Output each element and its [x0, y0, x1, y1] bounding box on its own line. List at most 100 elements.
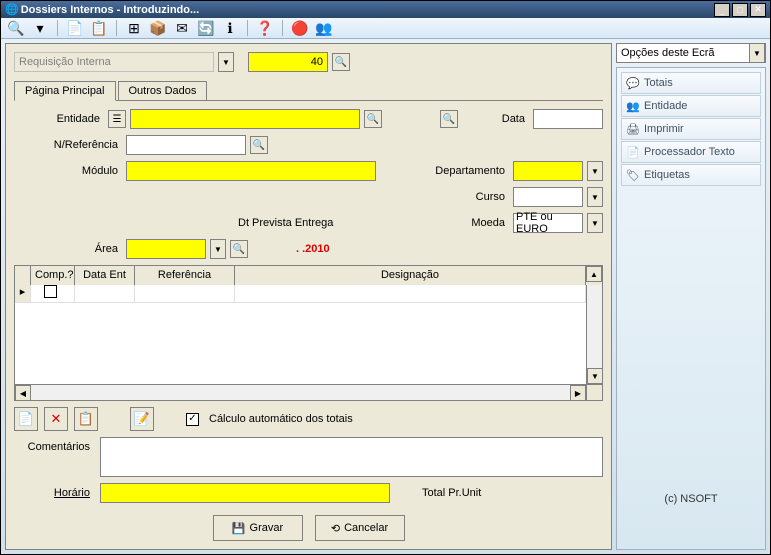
detail-button[interactable]: 📝: [130, 407, 154, 431]
data-input[interactable]: [533, 109, 603, 129]
area-drop[interactable]: ▼: [210, 239, 226, 259]
area-lookup[interactable]: 🔍: [230, 240, 248, 258]
moeda-drop[interactable]: ▼: [587, 213, 603, 233]
departamento-drop[interactable]: ▼: [587, 161, 603, 181]
save-icon: 💾: [232, 522, 246, 535]
new-row-button[interactable]: 📄: [14, 407, 38, 431]
dtprevista-value: . .2010: [296, 243, 330, 255]
doc-number-lookup[interactable]: 🔍: [332, 53, 350, 71]
form-area: Entidade ☰ 🔍 🔍 Data N/Referência 🔍: [14, 109, 603, 265]
auto-totals-checkbox[interactable]: ✓: [186, 413, 199, 426]
tag-icon: 🏷: [626, 168, 640, 182]
option-etiquetas[interactable]: 🏷Etiquetas: [621, 164, 761, 186]
nref-lookup[interactable]: 🔍: [250, 136, 268, 154]
entidade-lookup[interactable]: 🔍: [364, 110, 382, 128]
th-dataent[interactable]: Data Ent: [75, 266, 135, 285]
options-list: 💬Totais 👥Entidade 🖨Imprimir 📄Processador…: [616, 67, 766, 550]
entidade-lookup-2[interactable]: 🔍: [440, 110, 458, 128]
tabs: Página Principal Outros Dados: [14, 80, 603, 101]
doc-number[interactable]: 40: [248, 52, 328, 72]
scroll-left[interactable]: ◀: [15, 385, 31, 401]
package-icon[interactable]: 📦: [149, 19, 167, 37]
area-input[interactable]: [126, 239, 206, 259]
horario-input[interactable]: [100, 483, 390, 503]
doc-icon[interactable]: 📄: [66, 19, 84, 37]
screen-options-label: Opções deste Ecrã: [617, 47, 749, 59]
curso-input[interactable]: [513, 187, 583, 207]
doc-icon: 📄: [626, 145, 640, 159]
doc-type-drop[interactable]: ▼: [218, 52, 234, 72]
scroll-up[interactable]: ▲: [586, 266, 602, 282]
auto-totals-label: Cálculo automático dos totais: [209, 413, 353, 425]
chat-icon: 💬: [626, 76, 640, 90]
dropdown-icon[interactable]: ▾: [31, 19, 49, 37]
grid-icon[interactable]: ⊞: [125, 19, 143, 37]
comp-checkbox[interactable]: [44, 285, 57, 298]
cancel-button[interactable]: ⟲ Cancelar: [315, 515, 405, 541]
cancel-icon: ⟲: [331, 522, 340, 535]
record-icon[interactable]: 🔴: [291, 19, 309, 37]
comments-row: Comentários: [14, 437, 603, 477]
modulo-input[interactable]: [126, 161, 376, 181]
footer-buttons: 💾 Gravar ⟲ Cancelar: [14, 503, 603, 541]
data-label: Data: [502, 113, 529, 125]
modulo-label: Módulo: [14, 165, 122, 177]
info-icon[interactable]: ℹ: [221, 19, 239, 37]
people-icon: 👥: [626, 99, 640, 113]
scroll-down[interactable]: ▼: [587, 368, 603, 384]
total-pr-label: Total Pr.Unit: [422, 487, 485, 499]
table-row[interactable]: ▸: [15, 285, 586, 303]
entidade-list-icon[interactable]: ☰: [108, 110, 126, 128]
minimize-button[interactable]: _: [714, 3, 730, 17]
cancel-label: Cancelar: [344, 522, 388, 534]
th-desig[interactable]: Designação: [235, 266, 586, 285]
option-processador[interactable]: 📄Processador Texto: [621, 141, 761, 163]
th-comp[interactable]: Comp.?: [31, 266, 75, 285]
users-icon[interactable]: 👥: [315, 19, 333, 37]
departamento-input[interactable]: [513, 161, 583, 181]
doc-type-row: Requisição Interna ▼ 40 🔍: [14, 52, 603, 72]
entidade-input[interactable]: [130, 109, 360, 129]
nref-input[interactable]: [126, 135, 246, 155]
doc-type-combo[interactable]: Requisição Interna: [14, 52, 214, 72]
th-ref[interactable]: Referência: [135, 266, 235, 285]
save-label: Gravar: [250, 522, 284, 534]
option-imprimir[interactable]: 🖨Imprimir: [621, 118, 761, 140]
comments-label: Comentários: [14, 437, 94, 477]
table-body: ▸ ▼: [14, 285, 603, 385]
main-panel: Requisição Interna ▼ 40 🔍 Página Princip…: [5, 43, 612, 550]
row-selector-col: [15, 266, 31, 285]
scroll-right[interactable]: ▶: [570, 385, 586, 401]
search-icon[interactable]: 🔍: [7, 19, 25, 37]
save-button[interactable]: 💾 Gravar: [213, 515, 303, 541]
nref-label: N/Referência: [14, 139, 122, 151]
edit-row-button[interactable]: 📋: [74, 407, 98, 431]
entidade-label: Entidade: [14, 113, 104, 125]
area-label: Área: [14, 243, 122, 255]
titlebar: 🌐 Dossiers Internos - Introduzindo... _ …: [1, 1, 770, 18]
option-entidade[interactable]: 👥Entidade: [621, 95, 761, 117]
option-totais[interactable]: 💬Totais: [621, 72, 761, 94]
tab-outros-dados[interactable]: Outros Dados: [118, 81, 208, 101]
help-icon[interactable]: ❓: [256, 19, 274, 37]
screen-options-drop[interactable]: ▼: [749, 43, 765, 63]
vscroll[interactable]: ▼: [586, 285, 602, 384]
clipboard-icon[interactable]: 📋: [90, 19, 108, 37]
main-window: 🌐 Dossiers Internos - Introduzindo... _ …: [0, 0, 771, 555]
dtprevista-label: Dt Prevista Entrega: [238, 217, 337, 229]
close-button[interactable]: ✕: [750, 3, 766, 17]
curso-drop[interactable]: ▼: [587, 187, 603, 207]
tab-pagina-principal[interactable]: Página Principal: [14, 81, 116, 101]
mail-icon[interactable]: ✉: [173, 19, 191, 37]
hscroll[interactable]: ◀ ▶: [14, 385, 603, 401]
delete-row-button[interactable]: ✕: [44, 407, 68, 431]
maximize-button[interactable]: □: [732, 3, 748, 17]
refresh-icon[interactable]: 🔄: [197, 19, 215, 37]
table-head: Comp.? Data Ent Referência Designação ▲: [14, 265, 603, 285]
body: Requisição Interna ▼ 40 🔍 Página Princip…: [1, 39, 770, 554]
comments-input[interactable]: [100, 437, 603, 477]
horario-label[interactable]: Horário: [14, 487, 94, 499]
copyright: (c) NSOFT: [621, 493, 761, 545]
moeda-input[interactable]: PTE ou EURO: [513, 213, 583, 233]
screen-options-combo[interactable]: Opções deste Ecrã ▼: [616, 43, 766, 63]
